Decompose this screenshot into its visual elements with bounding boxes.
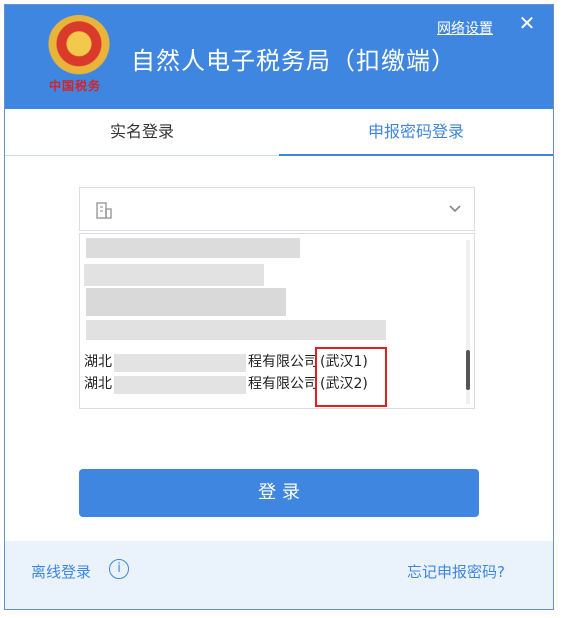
redacted-area xyxy=(114,376,246,394)
company-prefix: 湖北 xyxy=(84,376,112,392)
company-prefix: 湖北 xyxy=(84,354,112,370)
login-button[interactable]: 登 录 xyxy=(79,469,479,517)
emblem-caption: 中国税务 xyxy=(49,79,102,93)
forgot-password-link[interactable]: 忘记申报密码? xyxy=(407,561,505,582)
company-select[interactable] xyxy=(79,187,475,231)
chevron-down-icon[interactable] xyxy=(448,202,462,216)
footer-bar: 离线登录 i 忘记申报密码? xyxy=(5,541,553,609)
redacted-area xyxy=(86,238,300,258)
redacted-area xyxy=(114,354,246,372)
building-icon xyxy=(96,202,112,219)
close-icon[interactable]: ✕ xyxy=(517,13,537,33)
offline-login-link[interactable]: 离线登录 xyxy=(31,561,91,582)
highlight-box xyxy=(315,347,387,407)
info-icon[interactable]: i xyxy=(109,559,129,579)
list-item[interactable]: 湖北 程有限公司 (武汉1) xyxy=(80,352,474,372)
title-bar: 中国税务 自然人电子税务局（扣缴端） 网络设置 ✕ xyxy=(5,5,553,109)
redacted-area xyxy=(86,288,286,316)
redacted-area xyxy=(86,320,386,340)
list-item[interactable]: 湖北 程有限公司 (武汉2) xyxy=(80,374,474,394)
tax-emblem-logo xyxy=(47,15,111,79)
network-settings-link[interactable]: 网络设置 xyxy=(437,18,493,38)
scroll-thumb[interactable] xyxy=(466,350,470,390)
app-title: 自然人电子税务局（扣缴端） xyxy=(131,47,456,75)
tab-password-login[interactable]: 申报密码登录 xyxy=(279,109,553,156)
redacted-area xyxy=(84,264,264,286)
company-dropdown-list[interactable]: 湖北 程有限公司 (武汉1) 湖北 程有限公司 (武汉2) xyxy=(79,233,475,409)
login-window: 中国税务 自然人电子税务局（扣缴端） 网络设置 ✕ 实名登录 申报密码登录 湖北… xyxy=(4,4,554,610)
login-tabs: 实名登录 申报密码登录 xyxy=(5,109,553,156)
company-suffix: 程有限公司 xyxy=(248,376,318,392)
tab-real-name-login[interactable]: 实名登录 xyxy=(5,109,279,155)
list-scrollbar[interactable] xyxy=(466,240,470,404)
company-suffix: 程有限公司 xyxy=(248,354,318,370)
